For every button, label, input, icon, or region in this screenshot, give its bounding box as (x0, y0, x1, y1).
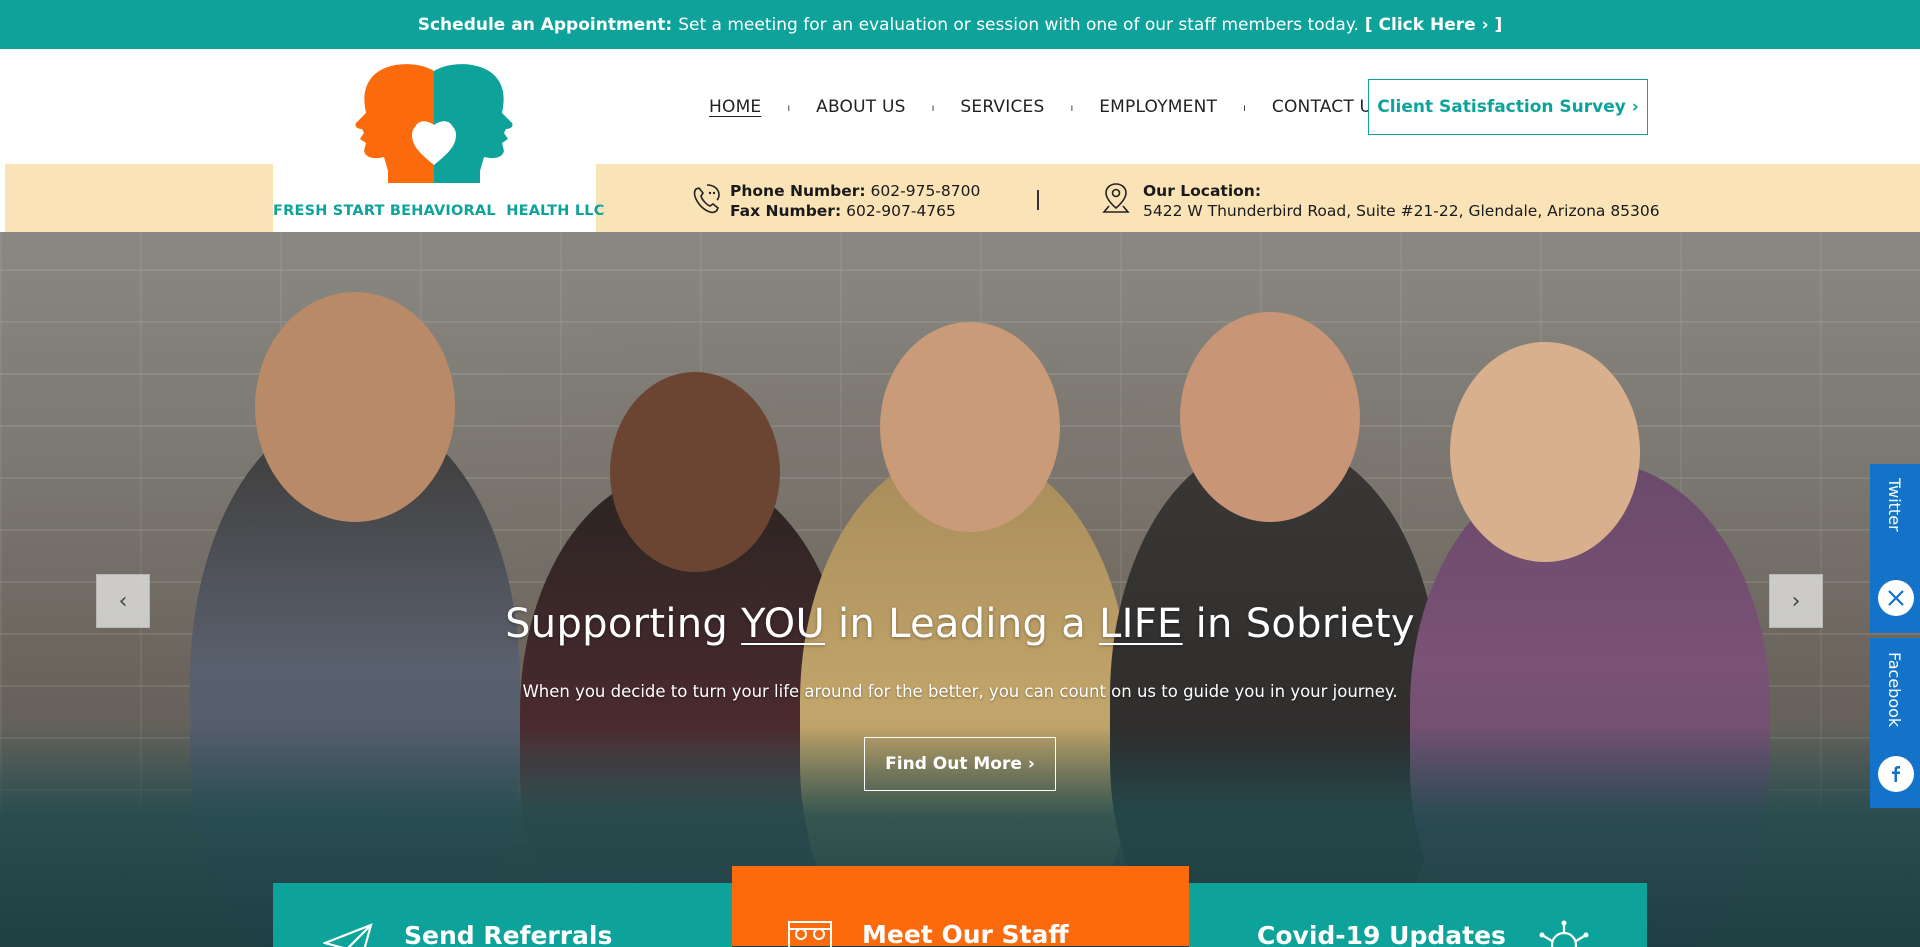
announcement-message: Set a meeting for an evaluation or sessi… (678, 14, 1359, 35)
phone-number[interactable]: 602-975-8700 (871, 182, 981, 200)
twitter-x-icon (1878, 580, 1914, 616)
nav-about-us[interactable]: ABOUT US (816, 97, 905, 117)
nav-separator: ı (931, 103, 935, 114)
nav-separator: ı (1243, 103, 1246, 114)
contact-divider (1037, 190, 1039, 210)
meet-our-staff-card[interactable]: Meet Our Staff (732, 866, 1189, 947)
phone-label: Phone Number: (730, 182, 866, 200)
nav-separator: ı (1070, 103, 1074, 114)
twitter-tab[interactable]: Twitter (1870, 464, 1920, 633)
hero-person-head (1180, 312, 1360, 522)
nav-contact-us[interactable]: CONTACT US (1272, 97, 1383, 117)
logo-heads-icon (355, 64, 513, 183)
phone-chat-icon (693, 184, 720, 214)
address-text: 5422 W Thunderbird Road, Suite #21-22, G… (1143, 202, 1660, 220)
main-nav: HOME ı ABOUT US ı SERVICES ı EMPLOYMENT … (709, 49, 1383, 164)
announcement-bar: Schedule an Appointment: Set a meeting f… (0, 0, 1920, 49)
paper-plane-icon (323, 923, 373, 947)
hero-title-em-life: LIFE (1099, 601, 1183, 647)
send-referrals-title: Send Referrals (404, 921, 613, 947)
hero-person-head (255, 292, 455, 522)
nav-services[interactable]: SERVICES (960, 97, 1044, 117)
fax-number: 602-907-4765 (846, 202, 956, 220)
hero-title-part: in Sobriety (1182, 601, 1415, 647)
schedule-click-here-link[interactable]: [ Click Here › ] (1365, 15, 1502, 35)
meet-our-staff-title: Meet Our Staff (862, 920, 1069, 947)
hero-title-em-you: YOU (741, 601, 826, 647)
map-pin-icon (1102, 183, 1130, 213)
logo-text: FRESH START BEHAVIORAL HEALTH LLC (273, 203, 605, 219)
find-out-more-button[interactable]: Find Out More › (864, 737, 1056, 791)
chevron-left-icon: ‹ (118, 588, 128, 614)
hero-title-part: Supporting (505, 601, 742, 647)
facebook-tab[interactable]: Facebook (1870, 638, 1920, 808)
site-logo[interactable]: FRESH START BEHAVIORAL HEALTH LLC (273, 49, 605, 232)
hero-title: Supporting YOU in Leading a LIFE in Sobr… (0, 601, 1920, 647)
staff-group-icon (788, 921, 832, 947)
twitter-label: Twitter (1885, 478, 1904, 532)
hero-title-part: in Leading a (825, 601, 1100, 647)
hero-person-head (1450, 342, 1640, 562)
virus-icon (1539, 920, 1589, 947)
nav-home[interactable]: HOME (709, 97, 761, 117)
location-info: Our Location: 5422 W Thunderbird Road, S… (1101, 181, 1660, 221)
slider-prev-button[interactable]: ‹ (96, 574, 150, 628)
phone-fax-info: Phone Number: 602-975-8700 Fax Number: 6… (690, 181, 980, 221)
nav-employment[interactable]: EMPLOYMENT (1099, 97, 1217, 117)
client-satisfaction-survey-button[interactable]: Client Satisfaction Survey › (1368, 79, 1648, 135)
fax-label: Fax Number: (730, 202, 842, 220)
facebook-icon (1878, 756, 1914, 792)
location-label: Our Location: (1143, 182, 1262, 200)
nav-separator: ı (787, 103, 791, 114)
slider-next-button[interactable]: › (1769, 574, 1823, 628)
hero-subtitle: When you decide to turn your life around… (522, 682, 1398, 701)
facebook-label: Facebook (1885, 652, 1904, 728)
covid-updates-card[interactable]: Covid-19 Updates (1189, 883, 1647, 947)
covid-updates-title: Covid-19 Updates (1257, 921, 1506, 947)
send-referrals-card[interactable]: Send Referrals (273, 883, 732, 947)
hero-slider (0, 232, 1920, 947)
announcement-lead: Schedule an Appointment: (417, 14, 673, 35)
hero-person-head (880, 322, 1060, 532)
hero-person-head (610, 372, 780, 572)
chevron-right-icon: › (1791, 588, 1801, 614)
